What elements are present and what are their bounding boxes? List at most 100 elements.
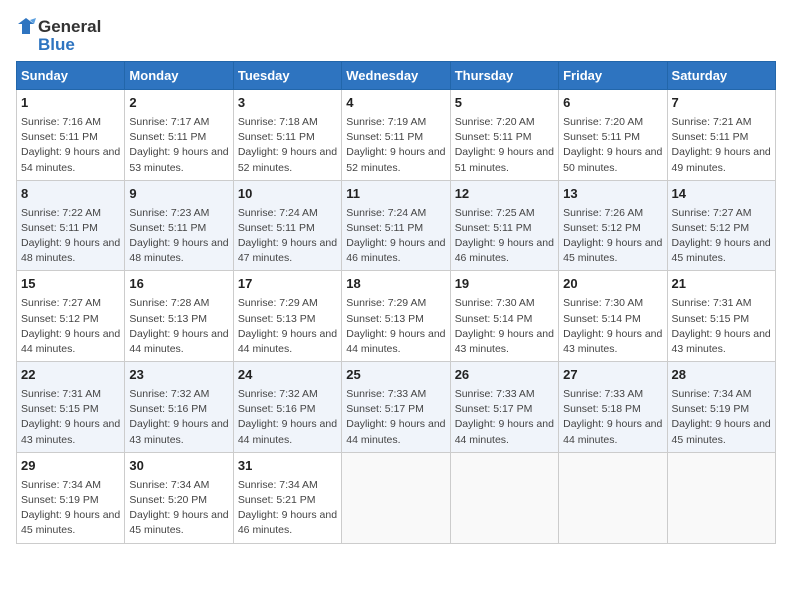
calendar-cell: 19 Sunrise: 7:30 AM Sunset: 5:14 PM Dayli…: [450, 271, 558, 362]
calendar-cell: 22 Sunrise: 7:31 AM Sunset: 5:15 PM Dayli…: [17, 362, 125, 453]
day-number: 18: [346, 275, 445, 294]
day-info: Sunrise: 7:32 AM Sunset: 5:16 PM Dayligh…: [238, 387, 337, 448]
calendar-cell: [450, 452, 558, 543]
day-info: Sunrise: 7:29 AM Sunset: 5:13 PM Dayligh…: [346, 296, 445, 357]
day-number: 17: [238, 275, 337, 294]
weekday-header-friday: Friday: [559, 62, 667, 90]
calendar-cell: 25 Sunrise: 7:33 AM Sunset: 5:17 PM Dayli…: [342, 362, 450, 453]
calendar-cell: 15 Sunrise: 7:27 AM Sunset: 5:12 PM Dayli…: [17, 271, 125, 362]
day-number: 28: [672, 366, 771, 385]
calendar-cell: 20 Sunrise: 7:30 AM Sunset: 5:14 PM Dayli…: [559, 271, 667, 362]
day-info: Sunrise: 7:27 AM Sunset: 5:12 PM Dayligh…: [672, 206, 771, 267]
day-info: Sunrise: 7:28 AM Sunset: 5:13 PM Dayligh…: [129, 296, 228, 357]
day-number: 3: [238, 94, 337, 113]
calendar-cell: [342, 452, 450, 543]
day-number: 2: [129, 94, 228, 113]
calendar-cell: 4 Sunrise: 7:19 AM Sunset: 5:11 PM Daylig…: [342, 90, 450, 181]
day-info: Sunrise: 7:30 AM Sunset: 5:14 PM Dayligh…: [455, 296, 554, 357]
day-number: 30: [129, 457, 228, 476]
weekday-header-thursday: Thursday: [450, 62, 558, 90]
day-info: Sunrise: 7:34 AM Sunset: 5:19 PM Dayligh…: [672, 387, 771, 448]
day-info: Sunrise: 7:31 AM Sunset: 5:15 PM Dayligh…: [672, 296, 771, 357]
weekday-header-monday: Monday: [125, 62, 233, 90]
day-info: Sunrise: 7:24 AM Sunset: 5:11 PM Dayligh…: [346, 206, 445, 267]
logo: General Blue: [16, 16, 101, 53]
calendar-cell: [667, 452, 775, 543]
day-number: 25: [346, 366, 445, 385]
calendar-cell: 7 Sunrise: 7:21 AM Sunset: 5:11 PM Daylig…: [667, 90, 775, 181]
calendar-cell: 6Sunrise: 7:20 AM Sunset: 5:11 PM Daylig…: [559, 90, 667, 181]
day-info: Sunrise: 7:33 AM Sunset: 5:17 PM Dayligh…: [346, 387, 445, 448]
calendar-cell: 14 Sunrise: 7:27 AM Sunset: 5:12 PM Dayli…: [667, 180, 775, 271]
day-info: Sunrise: 7:30 AM Sunset: 5:14 PM Dayligh…: [563, 296, 662, 357]
day-info: Sunrise: 7:20 AM Sunset: 5:11 PM Dayligh…: [563, 115, 662, 176]
day-number: 5: [455, 94, 554, 113]
day-number: 8: [21, 185, 120, 204]
day-number: 27: [563, 366, 662, 385]
calendar-cell: 28 Sunrise: 7:34 AM Sunset: 5:19 PM Dayli…: [667, 362, 775, 453]
day-info: Sunrise: 7:16 AM Sunset: 5:11 PM Dayligh…: [21, 115, 120, 176]
day-info: Sunrise: 7:34 AM Sunset: 5:20 PM Dayligh…: [129, 478, 228, 539]
day-info: Sunrise: 7:19 AM Sunset: 5:11 PM Dayligh…: [346, 115, 445, 176]
day-number: 15: [21, 275, 120, 294]
day-info: Sunrise: 7:21 AM Sunset: 5:11 PM Dayligh…: [672, 115, 771, 176]
day-number: 19: [455, 275, 554, 294]
day-info: Sunrise: 7:27 AM Sunset: 5:12 PM Dayligh…: [21, 296, 120, 357]
calendar-cell: 24 Sunrise: 7:32 AM Sunset: 5:16 PM Dayli…: [233, 362, 341, 453]
day-number: 11: [346, 185, 445, 204]
day-number: 10: [238, 185, 337, 204]
day-number: 24: [238, 366, 337, 385]
day-info: Sunrise: 7:34 AM Sunset: 5:19 PM Dayligh…: [21, 478, 120, 539]
day-info: Sunrise: 7:33 AM Sunset: 5:17 PM Dayligh…: [455, 387, 554, 448]
calendar-table: SundayMondayTuesdayWednesdayThursdayFrid…: [16, 61, 776, 544]
calendar-cell: 13 Sunrise: 7:26 AM Sunset: 5:12 PM Dayli…: [559, 180, 667, 271]
day-info: Sunrise: 7:29 AM Sunset: 5:13 PM Dayligh…: [238, 296, 337, 357]
day-info: Sunrise: 7:34 AM Sunset: 5:21 PM Dayligh…: [238, 478, 337, 539]
calendar-cell: [559, 452, 667, 543]
calendar-cell: 27 Sunrise: 7:33 AM Sunset: 5:18 PM Dayli…: [559, 362, 667, 453]
day-number: 12: [455, 185, 554, 204]
calendar-cell: 10 Sunrise: 7:24 AM Sunset: 5:11 PM Dayli…: [233, 180, 341, 271]
day-info: Sunrise: 7:18 AM Sunset: 5:11 PM Dayligh…: [238, 115, 337, 176]
logo-bird-icon: [16, 16, 36, 36]
weekday-header-sunday: Sunday: [17, 62, 125, 90]
day-number: 13: [563, 185, 662, 204]
day-number: 7: [672, 94, 771, 113]
day-number: 20: [563, 275, 662, 294]
calendar-cell: 9 Sunrise: 7:23 AM Sunset: 5:11 PM Daylig…: [125, 180, 233, 271]
day-number: 4: [346, 94, 445, 113]
day-info: Sunrise: 7:23 AM Sunset: 5:11 PM Dayligh…: [129, 206, 228, 267]
calendar-cell: 8Sunrise: 7:22 AM Sunset: 5:11 PM Daylig…: [17, 180, 125, 271]
day-info: Sunrise: 7:31 AM Sunset: 5:15 PM Dayligh…: [21, 387, 120, 448]
day-number: 14: [672, 185, 771, 204]
calendar-cell: 1 Sunrise: 7:16 AM Sunset: 5:11 PM Daylig…: [17, 90, 125, 181]
day-number: 26: [455, 366, 554, 385]
day-info: Sunrise: 7:33 AM Sunset: 5:18 PM Dayligh…: [563, 387, 662, 448]
calendar-cell: 2 Sunrise: 7:17 AM Sunset: 5:11 PM Daylig…: [125, 90, 233, 181]
calendar-cell: 23 Sunrise: 7:32 AM Sunset: 5:16 PM Dayli…: [125, 362, 233, 453]
calendar-cell: 29Sunrise: 7:34 AM Sunset: 5:19 PM Dayli…: [17, 452, 125, 543]
day-number: 22: [21, 366, 120, 385]
calendar-cell: 31 Sunrise: 7:34 AM Sunset: 5:21 PM Dayli…: [233, 452, 341, 543]
day-info: Sunrise: 7:25 AM Sunset: 5:11 PM Dayligh…: [455, 206, 554, 267]
day-number: 23: [129, 366, 228, 385]
calendar-cell: 21 Sunrise: 7:31 AM Sunset: 5:15 PM Dayli…: [667, 271, 775, 362]
day-info: Sunrise: 7:17 AM Sunset: 5:11 PM Dayligh…: [129, 115, 228, 176]
calendar-cell: 17 Sunrise: 7:29 AM Sunset: 5:13 PM Dayli…: [233, 271, 341, 362]
calendar-cell: 30 Sunrise: 7:34 AM Sunset: 5:20 PM Dayli…: [125, 452, 233, 543]
weekday-header-wednesday: Wednesday: [342, 62, 450, 90]
day-number: 31: [238, 457, 337, 476]
header: General Blue: [16, 16, 776, 53]
calendar-cell: 12 Sunrise: 7:25 AM Sunset: 5:11 PM Dayli…: [450, 180, 558, 271]
day-number: 1: [21, 94, 120, 113]
calendar-cell: 11 Sunrise: 7:24 AM Sunset: 5:11 PM Dayli…: [342, 180, 450, 271]
day-number: 21: [672, 275, 771, 294]
weekday-header-saturday: Saturday: [667, 62, 775, 90]
calendar-cell: 3 Sunrise: 7:18 AM Sunset: 5:11 PM Daylig…: [233, 90, 341, 181]
day-info: Sunrise: 7:26 AM Sunset: 5:12 PM Dayligh…: [563, 206, 662, 267]
day-info: Sunrise: 7:24 AM Sunset: 5:11 PM Dayligh…: [238, 206, 337, 267]
calendar-cell: 26 Sunrise: 7:33 AM Sunset: 5:17 PM Dayli…: [450, 362, 558, 453]
day-number: 9: [129, 185, 228, 204]
day-info: Sunrise: 7:20 AM Sunset: 5:11 PM Dayligh…: [455, 115, 554, 176]
day-info: Sunrise: 7:32 AM Sunset: 5:16 PM Dayligh…: [129, 387, 228, 448]
